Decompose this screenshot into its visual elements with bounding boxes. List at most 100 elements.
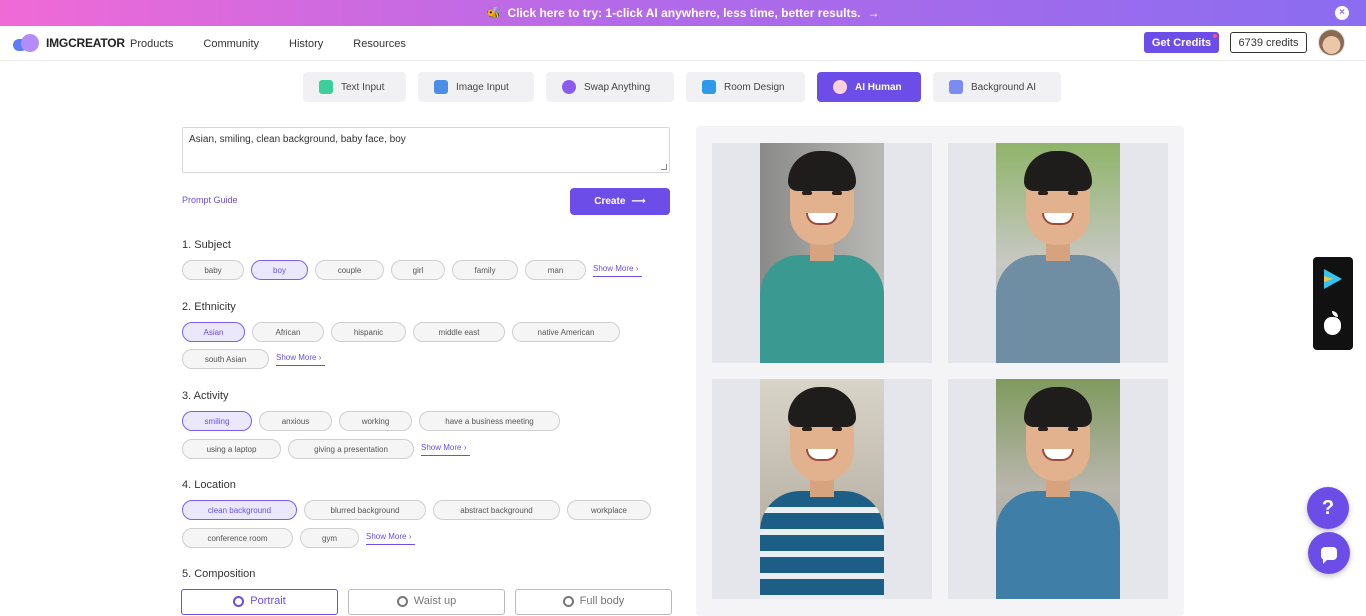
- tab-label: AI Human: [855, 81, 902, 93]
- tab-swap-anything[interactable]: Swap Anything: [546, 72, 674, 102]
- chip-using-laptop[interactable]: using a laptop: [182, 439, 281, 459]
- nav-link-products[interactable]: Products: [130, 38, 173, 50]
- chip-african[interactable]: African: [252, 322, 324, 342]
- ethnicity-chips-row1: Asian African hispanic middle east nativ…: [182, 322, 627, 342]
- tab-image-input[interactable]: Image Input: [418, 72, 534, 102]
- logo-text: IMGCREATOR: [46, 36, 125, 50]
- app-store-panel: [1313, 257, 1353, 350]
- chip-couple[interactable]: couple: [315, 260, 384, 280]
- show-more-activity[interactable]: Show More ›: [421, 442, 471, 456]
- chat-button[interactable]: [1308, 532, 1350, 574]
- section-title-activity: 3. Activity: [182, 390, 229, 402]
- notification-dot: [1213, 34, 1217, 38]
- result-image-3[interactable]: [712, 379, 932, 599]
- tab-label: Text Input: [341, 81, 385, 93]
- swap-icon: [562, 80, 576, 94]
- chip-hispanic[interactable]: hispanic: [331, 322, 406, 342]
- chip-family[interactable]: family: [452, 260, 518, 280]
- subject-chips: baby boy couple girl family man Show Mor…: [182, 260, 643, 280]
- composition-portrait[interactable]: Portrait: [181, 589, 338, 615]
- generated-photo: [996, 379, 1120, 599]
- composition-label: Full body: [579, 595, 625, 607]
- section-title-ethnicity: 2. Ethnicity: [182, 301, 236, 313]
- prompt-text: Asian, smiling, clean background, baby f…: [189, 134, 406, 145]
- prompt-guide-link[interactable]: Prompt Guide: [182, 195, 238, 205]
- nav-link-history[interactable]: History: [289, 38, 323, 50]
- result-image-4[interactable]: [948, 379, 1168, 599]
- composition-options: Portrait Waist up Full body: [181, 589, 682, 615]
- result-image-2[interactable]: [948, 143, 1168, 363]
- apple-icon[interactable]: [1324, 311, 1341, 335]
- chip-workplace[interactable]: workplace: [567, 500, 651, 520]
- chevron-right-icon: ›: [463, 442, 467, 452]
- chip-man[interactable]: man: [525, 260, 586, 280]
- chip-south-asian[interactable]: south Asian: [182, 349, 269, 369]
- location-chips-row1: clean background blurred background abst…: [182, 500, 658, 520]
- logo[interactable]: IMGCREATOR: [13, 33, 125, 53]
- section-title-subject: 1. Subject: [182, 239, 231, 251]
- chip-business-meeting[interactable]: have a business meeting: [419, 411, 560, 431]
- nav-links: Products Community History Resources: [130, 38, 436, 50]
- composition-waist-up[interactable]: Waist up: [348, 589, 505, 615]
- tab-background-ai[interactable]: Background AI: [933, 72, 1061, 102]
- full-body-icon: [562, 596, 574, 607]
- result-image-1[interactable]: [712, 143, 932, 363]
- chip-boy[interactable]: boy: [251, 260, 308, 280]
- chip-girl[interactable]: girl: [391, 260, 445, 280]
- create-label: Create: [594, 196, 626, 207]
- prompt-input[interactable]: Asian, smiling, clean background, baby f…: [182, 127, 670, 173]
- show-more-ethnicity[interactable]: Show More ›: [276, 353, 326, 366]
- section-title-composition: 5. Composition: [182, 568, 256, 580]
- chevron-right-icon: ›: [408, 531, 412, 541]
- chip-anxious[interactable]: anxious: [259, 411, 332, 431]
- question-icon: ?: [1321, 496, 1335, 519]
- composition-label: Portrait: [250, 595, 286, 607]
- google-play-icon[interactable]: [1324, 269, 1342, 289]
- chip-conference-room[interactable]: conference room: [182, 528, 293, 548]
- credits-count: 6739 credits: [1230, 32, 1307, 53]
- chip-smiling[interactable]: smiling: [182, 411, 252, 431]
- close-icon[interactable]: ×: [1335, 6, 1349, 20]
- chip-blurred-background[interactable]: blurred background: [304, 500, 426, 520]
- tab-label: Swap Anything: [584, 81, 651, 93]
- show-more-location[interactable]: Show More ›: [366, 531, 416, 545]
- create-button[interactable]: Create ⟶: [570, 188, 670, 215]
- text-t-icon: [319, 80, 333, 94]
- tab-ai-human[interactable]: AI Human: [817, 72, 921, 102]
- chip-gym[interactable]: gym: [300, 528, 359, 548]
- results-gallery: [696, 126, 1184, 616]
- chip-native-american[interactable]: native American: [512, 322, 620, 342]
- chip-baby[interactable]: baby: [182, 260, 244, 280]
- promo-banner[interactable]: 🐝 Click here to try: 1-click AI anywhere…: [0, 0, 1366, 26]
- chip-asian[interactable]: Asian: [182, 322, 245, 342]
- portrait-icon: [233, 596, 245, 607]
- promo-banner-text[interactable]: Click here to try: 1-click AI anywhere, …: [507, 6, 860, 20]
- house-icon: [702, 80, 716, 94]
- avatar[interactable]: [1318, 29, 1345, 56]
- chip-middle-east[interactable]: middle east: [413, 322, 505, 342]
- chip-abstract-background[interactable]: abstract background: [433, 500, 560, 520]
- chip-clean-background[interactable]: clean background: [182, 500, 297, 520]
- tab-label: Background AI: [971, 81, 1037, 93]
- show-more-subject[interactable]: Show More ›: [593, 263, 643, 277]
- chip-working[interactable]: working: [339, 411, 412, 431]
- mountain-icon: [949, 80, 963, 94]
- nav-link-community[interactable]: Community: [203, 38, 259, 50]
- get-credits-label: Get Credits: [1151, 36, 1212, 49]
- generated-photo: [760, 143, 884, 363]
- resize-handle[interactable]: [661, 164, 667, 170]
- chip-giving-presentation[interactable]: giving a presentation: [288, 439, 414, 459]
- tab-room-design[interactable]: Room Design: [686, 72, 805, 102]
- location-chips-row2: conference room gym Show More ›: [182, 528, 416, 548]
- composition-label: Waist up: [413, 595, 457, 607]
- mode-tabs: Text Input Image Input Swap Anything Roo…: [303, 72, 1073, 102]
- logo-icon: [13, 33, 43, 53]
- composition-full-body[interactable]: Full body: [515, 589, 672, 615]
- chevron-right-icon: ›: [635, 263, 639, 273]
- activity-chips-row1: smiling anxious working have a business …: [182, 411, 567, 431]
- tab-text-input[interactable]: Text Input: [303, 72, 406, 102]
- get-credits-button[interactable]: Get Credits: [1144, 32, 1219, 53]
- activity-chips-row2: using a laptop giving a presentation Sho…: [182, 439, 471, 459]
- nav-link-resources[interactable]: Resources: [353, 38, 406, 50]
- help-button[interactable]: ?: [1307, 487, 1349, 529]
